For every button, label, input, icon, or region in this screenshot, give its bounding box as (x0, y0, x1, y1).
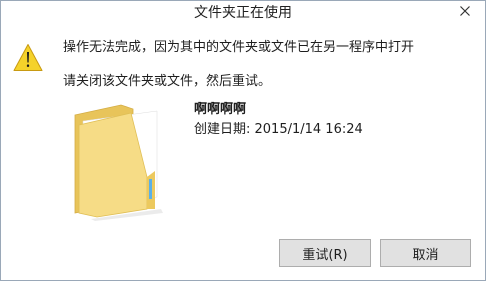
folder-in-use-dialog: 文件夹正在使用 操作无法完成，因为其中的文件夹或文件已在另一程序中打开 请关闭该… (0, 0, 486, 281)
item-name: 啊啊啊啊 (194, 102, 247, 117)
close-button[interactable] (453, 1, 477, 21)
title-bar[interactable]: 文件夹正在使用 (1, 1, 485, 25)
cancel-button[interactable]: 取消 (380, 239, 471, 267)
error-message: 操作无法完成，因为其中的文件夹或文件已在另一程序中打开 (63, 40, 415, 55)
close-icon (460, 6, 470, 16)
warning-icon (13, 44, 43, 71)
folder-icon (74, 104, 163, 221)
item-created-date: 创建日期: 2015/1/14 16:24 (194, 122, 363, 137)
instruction-message: 请关闭该文件夹或文件，然后重试。 (63, 74, 272, 89)
retry-button[interactable]: 重试(R) (279, 239, 371, 267)
dialog-title: 文件夹正在使用 (194, 5, 292, 21)
